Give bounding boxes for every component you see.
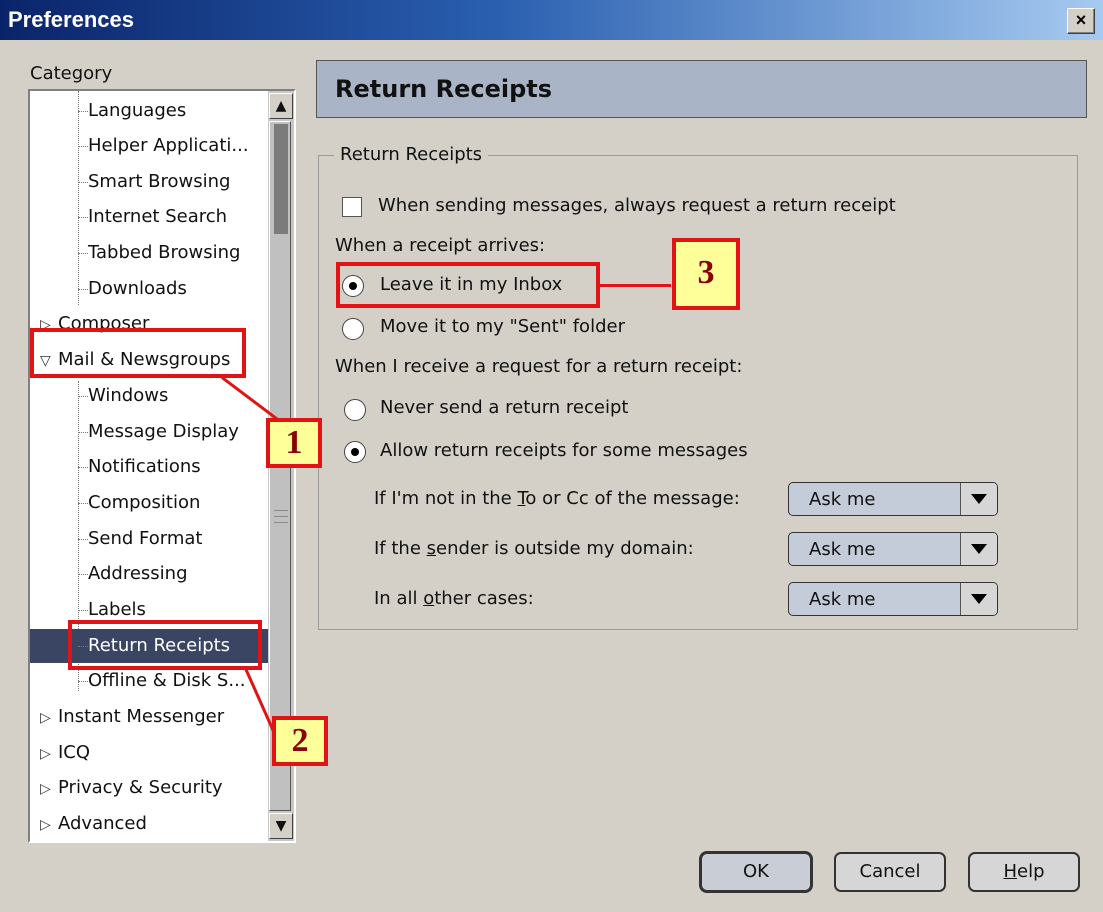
allow-some-radio[interactable] [344, 441, 366, 463]
tree-item-tabbed-browsing[interactable]: Tabbed Browsing [30, 236, 268, 270]
collapsed-triangle-icon[interactable]: ▷ [40, 737, 58, 770]
category-tree: Languages Helper Applicati... Smart Brow… [28, 89, 296, 843]
tree-item-downloads[interactable]: Downloads [30, 272, 268, 306]
tree-item-smart-browsing[interactable]: Smart Browsing [30, 165, 268, 199]
receive-request-heading: When I receive a request for a return re… [335, 356, 743, 377]
tree-item-composition[interactable]: Composition [30, 486, 268, 520]
allow-some-label[interactable]: Allow return receipts for some messages [380, 440, 748, 461]
never-send-radio[interactable] [344, 399, 366, 421]
scroll-down-arrow-icon[interactable]: ▼ [269, 813, 293, 839]
tree-item-message-display[interactable]: Message Display [30, 415, 268, 449]
group-legend: Return Receipts [334, 144, 489, 165]
ok-button[interactable]: OK [700, 852, 812, 892]
dropdown-arrow-icon[interactable] [960, 533, 997, 565]
annotation-highlight-return-receipts [68, 620, 262, 670]
category-label: Category [30, 63, 113, 84]
other-cases-dropdown[interactable]: Ask me [788, 582, 998, 616]
panel-header: Return Receipts [316, 60, 1087, 118]
scrollbar-grip [274, 516, 288, 517]
window-title: Preferences [8, 7, 134, 32]
tree-item-instant-messenger[interactable]: ▷ Instant Messenger [30, 700, 268, 734]
always-request-label[interactable]: When sending messages, always request a … [378, 195, 896, 216]
tree-item-advanced[interactable]: ▷ Advanced [30, 807, 268, 841]
not-in-to-cc-dropdown[interactable]: Ask me [788, 482, 998, 516]
receipt-arrives-heading: When a receipt arrives: [335, 235, 546, 256]
title-bar: Preferences × [0, 0, 1103, 40]
scrollbar-thumb-shade [274, 124, 288, 234]
annotation-badge-1: 1 [266, 418, 322, 468]
collapsed-triangle-icon[interactable]: ▷ [40, 808, 58, 841]
help-button[interactable]: Help [968, 852, 1080, 892]
sender-outside-domain-dropdown[interactable]: Ask me [788, 532, 998, 566]
dropdown-value: Ask me [809, 589, 876, 610]
dropdown-arrow-icon[interactable] [960, 583, 997, 615]
tree-item-languages[interactable]: Languages [30, 94, 268, 128]
collapsed-triangle-icon[interactable]: ▷ [40, 701, 58, 734]
tree-item-addressing[interactable]: Addressing [30, 557, 268, 591]
collapsed-triangle-icon[interactable]: ▷ [40, 772, 58, 805]
annotation-highlight-leave-in-inbox [336, 262, 600, 308]
annotation-connector [599, 284, 671, 287]
annotation-highlight-mail-newsgroups [30, 328, 246, 378]
dropdown-arrow-icon[interactable] [960, 483, 997, 515]
not-in-to-cc-label: If I'm not in the To or Cc of the messag… [374, 488, 740, 509]
sender-outside-domain-label: If the sender is outside my domain: [374, 538, 694, 559]
move-to-sent-label[interactable]: Move it to my "Sent" folder [380, 316, 625, 337]
dropdown-value: Ask me [809, 539, 876, 560]
scroll-up-arrow-icon[interactable]: ▲ [269, 93, 293, 119]
tree-item-helper-applications[interactable]: Helper Applicati... [30, 129, 268, 163]
never-send-label[interactable]: Never send a return receipt [380, 397, 628, 418]
tree-item-internet-search[interactable]: Internet Search [30, 200, 268, 234]
close-button[interactable]: × [1067, 8, 1095, 34]
other-cases-label: In all other cases: [374, 588, 534, 609]
scrollbar-grip [274, 510, 288, 511]
annotation-badge-3: 3 [672, 238, 740, 310]
panel-title: Return Receipts [335, 75, 553, 103]
dropdown-value: Ask me [809, 489, 876, 510]
tree-item-privacy-security[interactable]: ▷ Privacy & Security [30, 771, 268, 805]
move-to-sent-radio[interactable] [342, 318, 364, 340]
always-request-checkbox[interactable] [342, 197, 362, 217]
scrollbar-grip [274, 522, 288, 523]
tree-item-notifications[interactable]: Notifications [30, 450, 268, 484]
cancel-button[interactable]: Cancel [834, 852, 946, 892]
annotation-badge-2: 2 [272, 716, 328, 766]
tree-item-icq[interactable]: ▷ ICQ [30, 736, 268, 770]
tree-item-send-format[interactable]: Send Format [30, 522, 268, 556]
